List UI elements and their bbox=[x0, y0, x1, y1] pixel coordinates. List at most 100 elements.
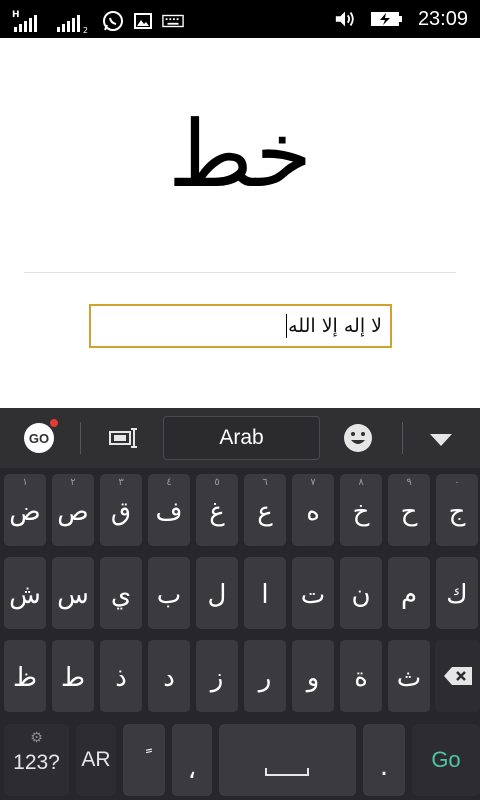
period-char: . bbox=[379, 752, 389, 782]
key-char: م bbox=[400, 580, 418, 610]
key-char: ة bbox=[354, 663, 368, 693]
letter-key[interactable]: ٠ج bbox=[436, 474, 478, 546]
key-char: ح bbox=[400, 497, 418, 527]
volume-icon bbox=[334, 8, 356, 30]
input-value: لا إله إلا الله bbox=[288, 315, 382, 337]
letter-key[interactable]: م bbox=[388, 557, 430, 629]
language-button[interactable]: Arab bbox=[163, 416, 320, 460]
key-char: ا bbox=[261, 580, 269, 610]
signal-icon: 2 bbox=[57, 14, 88, 35]
key-char: ر bbox=[258, 663, 272, 693]
letter-key[interactable]: ٩ح bbox=[388, 474, 430, 546]
clock: 23:09 bbox=[417, 7, 468, 30]
go-keyboard-logo-button[interactable]: GO bbox=[24, 419, 58, 453]
key-char: ظ bbox=[12, 663, 38, 693]
toolbar-divider bbox=[80, 422, 81, 454]
network-type-label: H bbox=[12, 10, 20, 20]
key-char: ت bbox=[300, 580, 326, 610]
collapse-keyboard-icon[interactable] bbox=[429, 432, 453, 446]
key-char: غ bbox=[209, 497, 225, 527]
letter-key[interactable]: و bbox=[292, 640, 334, 712]
letter-key[interactable]: ز bbox=[196, 640, 238, 712]
tanween-char: ً bbox=[123, 724, 165, 796]
gallery-icon bbox=[132, 10, 154, 32]
text-caret bbox=[286, 314, 288, 338]
key-char: ل bbox=[207, 580, 227, 610]
letter-key[interactable]: ت bbox=[292, 557, 334, 629]
period-key[interactable]: . bbox=[363, 724, 405, 796]
space-icon bbox=[265, 768, 309, 776]
letter-key[interactable]: ٧ه bbox=[292, 474, 334, 546]
divider bbox=[24, 272, 456, 273]
backspace-icon bbox=[435, 640, 480, 712]
tanween-key[interactable]: ً bbox=[123, 724, 165, 796]
letter-key[interactable]: ١ض bbox=[4, 474, 46, 546]
letter-key[interactable]: ش bbox=[4, 557, 46, 629]
letter-key[interactable]: ظ bbox=[4, 640, 46, 712]
letter-key[interactable]: ث bbox=[388, 640, 430, 712]
letter-key[interactable]: ط bbox=[52, 640, 94, 712]
letter-key[interactable]: ٦ع bbox=[244, 474, 286, 546]
key-char: ك bbox=[446, 580, 468, 610]
key-char: ن bbox=[351, 580, 371, 610]
go-key-label: Go bbox=[431, 747, 461, 772]
letter-key[interactable]: ي bbox=[100, 557, 142, 629]
letter-key[interactable]: ر bbox=[244, 640, 286, 712]
language-switch-key[interactable]: AR bbox=[76, 724, 116, 796]
letter-key[interactable]: د bbox=[148, 640, 190, 712]
whatsapp-icon bbox=[102, 10, 124, 32]
numbers-key[interactable]: ⚙ 123? bbox=[4, 724, 69, 796]
letter-key[interactable]: س bbox=[52, 557, 94, 629]
letter-key[interactable]: ن bbox=[340, 557, 382, 629]
battery-charging-icon bbox=[370, 9, 404, 29]
emoji-icon[interactable] bbox=[343, 423, 373, 453]
status-bar: H 2 23:09 bbox=[0, 0, 480, 38]
toolbar-divider bbox=[402, 422, 403, 454]
key-char: ق bbox=[110, 497, 132, 527]
key-char: ط bbox=[60, 663, 86, 693]
letter-key[interactable]: ا bbox=[244, 557, 286, 629]
key-char: س bbox=[57, 580, 89, 610]
keyboard-icon bbox=[162, 10, 184, 32]
letter-key[interactable]: ٥غ bbox=[196, 474, 238, 546]
key-char: ي bbox=[110, 580, 132, 610]
resize-keyboard-icon[interactable] bbox=[108, 426, 140, 450]
letter-key[interactable]: ٣ق bbox=[100, 474, 142, 546]
comma-key[interactable]: ، bbox=[172, 724, 212, 796]
calligraphy-preview: خط bbox=[167, 101, 313, 208]
key-char: و bbox=[306, 663, 320, 693]
key-char: ع bbox=[257, 497, 273, 527]
keyboard-toolbar: GO Arab bbox=[0, 408, 480, 468]
key-char: د bbox=[163, 663, 175, 693]
letter-key[interactable]: ل bbox=[196, 557, 238, 629]
key-char: ث bbox=[396, 663, 422, 693]
letter-key[interactable]: ٤ف bbox=[148, 474, 190, 546]
key-char: ش bbox=[9, 580, 41, 610]
key-char: ذ bbox=[115, 663, 127, 693]
letter-key[interactable]: ٨خ bbox=[340, 474, 382, 546]
key-char: ف bbox=[155, 497, 183, 527]
signal-icon: H bbox=[12, 10, 37, 32]
status-left-icons: H 2 bbox=[12, 6, 184, 35]
language-switch-label: AR bbox=[81, 748, 111, 771]
go-key[interactable]: Go bbox=[412, 724, 480, 796]
key-char: ز bbox=[210, 663, 224, 693]
space-key[interactable] bbox=[219, 724, 356, 796]
numbers-key-label: 123? bbox=[13, 751, 60, 774]
text-input[interactable]: لا إله إلا الله bbox=[89, 304, 392, 348]
backspace-key[interactable] bbox=[435, 640, 480, 712]
letter-key[interactable]: ٢ص bbox=[52, 474, 94, 546]
letter-key[interactable]: ة bbox=[340, 640, 382, 712]
notification-dot bbox=[50, 419, 58, 427]
key-char: ب bbox=[156, 580, 182, 610]
key-char: خ bbox=[352, 497, 370, 527]
letter-key[interactable]: ب bbox=[148, 557, 190, 629]
sim-number-label: 2 bbox=[82, 26, 88, 35]
comma-char: ، bbox=[187, 755, 197, 785]
go-logo-text: GO bbox=[28, 430, 50, 446]
letter-key[interactable]: ذ bbox=[100, 640, 142, 712]
key-char: ص bbox=[57, 497, 89, 527]
letter-key[interactable]: ك bbox=[436, 557, 478, 629]
keyboard: GO Arab ⚙ 123? AR ً ، bbox=[0, 408, 480, 800]
status-right-icons: 23:09 bbox=[334, 0, 468, 38]
